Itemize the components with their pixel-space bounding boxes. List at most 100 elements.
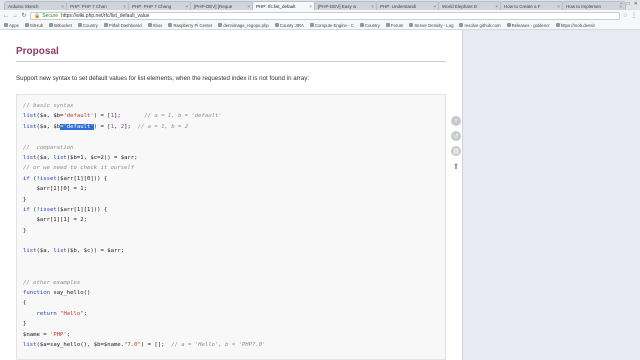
bookmark-favicon-icon <box>309 23 314 28</box>
code-line: } <box>23 226 266 236</box>
close-window-icon[interactable]: ✕ <box>634 1 638 7</box>
tab-label: How to Create a F <box>504 3 541 9</box>
code-token: ($arr[1][0])) { <box>56 175 108 182</box>
bookmark-item[interactable]: Releases · goldencr <box>506 22 550 28</box>
bookmark-favicon-icon <box>103 23 108 28</box>
browser-tab[interactable]: Arduino Sketch × <box>4 1 68 10</box>
code-block[interactable]: // basic syntax list($a, $b='default') = … <box>16 94 446 360</box>
browser-tab[interactable]: How to Implemen × <box>562 1 626 10</box>
browser-tab[interactable]: PHP: rfc:list_default × <box>252 1 316 10</box>
bookmark-favicon-icon <box>555 23 560 28</box>
tab-close-icon[interactable]: × <box>247 4 250 9</box>
bookmark-label: Country <box>364 22 380 28</box>
code-token: // comparation <box>23 144 74 151</box>
back-to-top-icon[interactable]: ⬆ <box>451 161 461 171</box>
tab-label: PHP: PHP 7 Chang <box>132 3 172 9</box>
bookmark-favicon-icon <box>168 23 173 28</box>
browser-tab[interactable]: PHP: Understandi × <box>376 1 440 10</box>
bookmark-item[interactable]: Compute Engine - C <box>309 22 354 28</box>
section-title: Proposal <box>16 46 59 57</box>
browser-tab[interactable]: [PHP-DEV] Easy w × <box>314 1 378 10</box>
bookmark-item[interactable]: GitHub <box>24 23 43 28</box>
tab-label: World Elephant D <box>442 3 478 9</box>
bookmark-item[interactable]: dennimage_regopo.php <box>218 23 269 28</box>
tab-close-icon[interactable]: × <box>371 4 374 9</box>
code-token: // a = 1, b = 2 <box>137 123 189 130</box>
bookmark-label: Server Density - Log <box>414 22 454 28</box>
code-line: // comparation <box>23 143 266 153</box>
bookmark-favicon-icon <box>218 23 223 28</box>
bookmarks-bar: Apps GitHub Bitbucket Country Pitfall Dashbo… <box>0 21 640 30</box>
code-token: $name = <box>23 331 50 338</box>
bookmark-star-icon[interactable]: ☆ <box>623 12 628 19</box>
bookmark-item[interactable]: Bitbucket <box>49 23 72 28</box>
lock-icon: 🔒 <box>34 12 41 19</box>
code-token: ($a, <box>36 248 54 255</box>
code-token: ) = [ <box>93 113 111 120</box>
code-token: ]; <box>113 113 145 120</box>
bookmark-item[interactable]: Pitfall Dashboard <box>103 23 142 28</box>
tab-label: Arduino Sketch <box>8 3 39 9</box>
history-tool-icon[interactable]: ↺ <box>451 131 461 141</box>
browser-toolbar: ← → ↻ 🔒 Secure https://wiki.php.net/rfc/… <box>0 10 640 21</box>
maximize-icon[interactable]: □ <box>627 1 630 7</box>
page-content: Proposal Support new syntax to set defau… <box>0 30 640 360</box>
code-token: function <box>23 290 50 297</box>
url-text[interactable]: https://wiki.php.net/rfc/list_default_va… <box>61 13 149 19</box>
tab-label: PHP: Understandi <box>380 3 417 9</box>
code-line: return "Hello"; <box>23 309 266 319</box>
tab-label: How to Implemen <box>566 3 602 9</box>
tab-close-icon[interactable]: × <box>557 4 560 9</box>
bookmark-item[interactable]: County JIRA <box>274 23 304 28</box>
code-token: // other examples <box>23 279 81 286</box>
code-token: { <box>23 300 27 307</box>
browser-tab[interactable]: World Elephant D × <box>438 1 502 10</box>
address-bar[interactable]: 🔒 Secure https://wiki.php.net/rfc/list_d… <box>30 11 620 20</box>
bookmark-favicon-icon <box>4 23 8 28</box>
bookmark-favicon-icon <box>24 23 29 28</box>
code-token: if <box>23 175 30 182</box>
tab-close-icon[interactable]: × <box>433 4 436 9</box>
code-token: return <box>36 310 57 317</box>
bookmark-item[interactable]: Country <box>359 22 380 28</box>
code-token: "Hello" <box>60 310 84 317</box>
tab-close-icon[interactable]: × <box>61 4 64 9</box>
tab-close-icon[interactable]: × <box>185 4 188 9</box>
bookmark-item[interactable]: https://mob.densit <box>555 23 595 28</box>
bookmark-favicon-icon <box>459 23 464 28</box>
link-tool-icon[interactable]: ⛓ <box>451 146 461 156</box>
browser-menu-icon[interactable]: ⋮ <box>631 12 637 19</box>
tab-close-icon[interactable]: × <box>309 4 312 9</box>
code-line: list($a, $b='default') = [1, 2]; // a = … <box>23 122 266 132</box>
browser-tab[interactable]: PHP: PHP 7 Chang × <box>128 1 192 10</box>
bookmark-label: Releases · goldencr <box>511 22 550 28</box>
bookmark-item[interactable]: resolve github.com <box>459 23 501 28</box>
bookmark-item[interactable]: Country <box>77 23 98 28</box>
tab-close-icon[interactable]: × <box>123 4 126 9</box>
code-text[interactable]: // basic syntax list($a, $b='default') = … <box>23 101 266 350</box>
reload-icon[interactable]: ↻ <box>21 12 27 19</box>
browser-tab[interactable]: PHP: PHP 7 Chan × <box>66 1 130 10</box>
bookmark-label: Compute Engine - C <box>314 22 354 28</box>
code-token: ($a, <box>36 154 54 161</box>
bookmark-item[interactable]: Server Density - Log <box>409 23 453 28</box>
bookmark-item[interactable]: Xbox <box>147 23 162 28</box>
code-line: { <box>23 298 266 308</box>
browser-tab[interactable]: How to Create a F × <box>500 1 564 10</box>
back-icon[interactable]: ← <box>3 13 9 19</box>
bookmark-favicon-icon <box>359 23 364 28</box>
article: Proposal Support new syntax to set defau… <box>0 30 462 360</box>
bookmark-item[interactable]: Raspberry Pi Center <box>168 23 212 28</box>
forward-icon[interactable]: → <box>12 13 18 19</box>
tab-close-icon[interactable]: × <box>495 4 498 9</box>
browser-tab[interactable]: [PHP-DEV] [Reque × <box>190 1 254 10</box>
search-tool-icon[interactable]: ⌕ <box>451 116 461 126</box>
minimize-icon[interactable]: – <box>620 1 623 7</box>
code-line: list($a, list($b=1, $c=2)) = $arr; <box>23 153 266 163</box>
bookmark-item[interactable]: Apps <box>4 23 19 28</box>
bookmark-item[interactable]: Forum <box>385 23 403 28</box>
code-token: $arr[1][0] = 1; <box>23 186 87 193</box>
